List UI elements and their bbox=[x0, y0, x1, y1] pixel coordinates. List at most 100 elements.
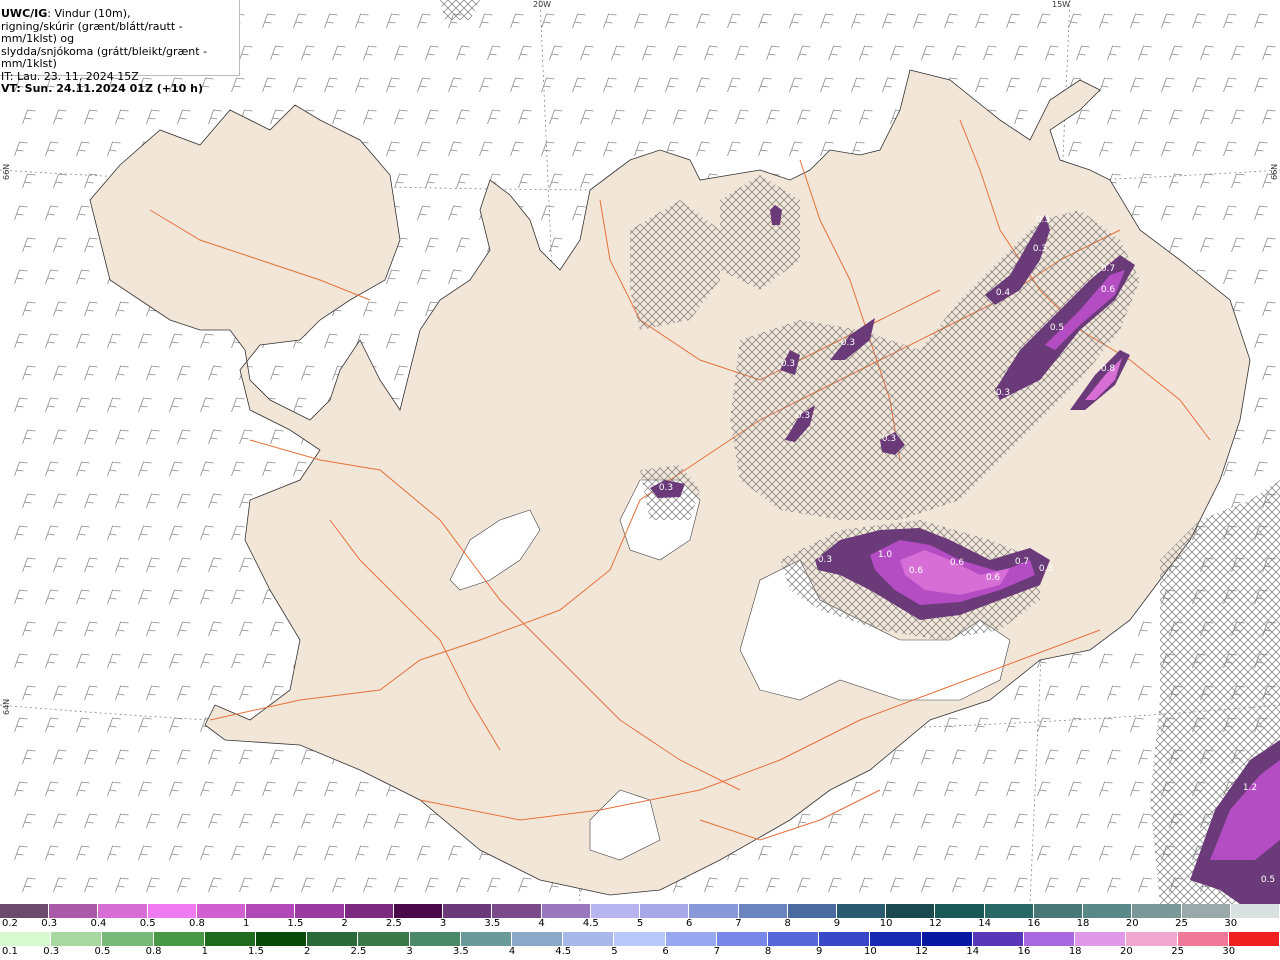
scale-label: 14 bbox=[978, 918, 991, 929]
scale-swatch bbox=[358, 932, 410, 946]
scale-label: 4.5 bbox=[555, 946, 572, 957]
lon-label-20w: 20W bbox=[533, 0, 551, 9]
scale-swatch bbox=[541, 904, 591, 918]
scale-label: 0.5 bbox=[94, 946, 111, 957]
scale-swatch bbox=[295, 904, 345, 918]
precip-label: 0.3 bbox=[1039, 564, 1053, 574]
scale-label: 4 bbox=[508, 946, 516, 957]
scale-swatch bbox=[870, 932, 922, 946]
scale-swatch bbox=[0, 904, 50, 918]
scale-swatch bbox=[0, 932, 52, 946]
scale-swatch bbox=[665, 932, 717, 946]
scale-swatch bbox=[1083, 904, 1133, 918]
scale-label: 6 bbox=[686, 918, 693, 929]
scale-swatch bbox=[921, 932, 973, 946]
precip-label: 0.6 bbox=[909, 566, 924, 576]
snow-scale-labels: 0.2 0.3 0.4 0.5 0.8 1 1.5 2 2.5 3 3.5 4 4.5 5 6 7 8 9 10 12… bbox=[0, 918, 1280, 932]
scale-swatch bbox=[1230, 904, 1280, 918]
scale-label: 12 bbox=[915, 946, 928, 957]
scale-label: 2.5 bbox=[385, 918, 402, 929]
scale-swatch bbox=[409, 932, 461, 946]
scale-label: 2.5 bbox=[350, 946, 367, 957]
header-line-1-rest: : Vindur (10m), bbox=[47, 7, 131, 20]
scale-swatch bbox=[393, 904, 444, 918]
scale-swatch bbox=[1033, 904, 1084, 918]
weather-map: 0.3 0.3 0.4 0.7 0.6 0.5 0.3 0.3 0.3 0.3 0.8 0.3 0.3 0… bbox=[0, 0, 1280, 904]
scale-swatch bbox=[738, 904, 788, 918]
scale-swatch bbox=[492, 904, 542, 918]
scale-swatch bbox=[768, 932, 820, 946]
scale-swatch bbox=[344, 904, 394, 918]
scale-label: 14 bbox=[966, 946, 980, 957]
scale-label: 5 bbox=[636, 918, 644, 929]
precip-label: 0.3 bbox=[818, 555, 832, 565]
map-header-box: UWC/IG: Vindur (10m), rigning/skúrir (gr… bbox=[0, 0, 240, 95]
scale-label: 0.8 bbox=[188, 918, 205, 929]
scale-label: 0.3 bbox=[43, 946, 60, 957]
scale-label: 0.2 bbox=[2, 918, 18, 929]
precip-label: 0.3 bbox=[1036, 215, 1050, 225]
scale-swatch bbox=[984, 904, 1034, 918]
precip-label: 0.8 bbox=[1101, 364, 1116, 374]
precip-label: 0.6 bbox=[986, 573, 1001, 583]
scale-swatch bbox=[98, 904, 148, 918]
scale-label: 16 bbox=[1017, 946, 1031, 957]
scale-swatch bbox=[51, 932, 103, 946]
scale-label: 25 bbox=[1171, 946, 1184, 957]
scale-label: 0.4 bbox=[90, 918, 107, 929]
model-name: UWC/IG bbox=[1, 7, 48, 20]
scale-label: 1.5 bbox=[287, 918, 304, 929]
scale-label: 0.8 bbox=[145, 946, 162, 957]
scale-label: 30 bbox=[1222, 946, 1236, 957]
scale-label: 3 bbox=[406, 946, 413, 957]
header-line-3: slydda/snjókoma (grátt/bleikt/grænt - mm… bbox=[1, 44, 208, 70]
precip-label: 0.5 bbox=[1261, 875, 1275, 885]
scale-swatch bbox=[307, 932, 359, 946]
scale-label: 8 bbox=[784, 918, 791, 929]
rain-scale-labels: 0.1 0.3 0.5 0.8 1 1.5 2 2.5 3 3.5 4 4.5 5 6 7 8 9 10 12 14 1… bbox=[0, 946, 1280, 960]
header-vt-line: VT: Sun. 24.11.2024 01Z (+10 h) bbox=[1, 82, 204, 95]
precip-label: 0.7 bbox=[1101, 264, 1115, 274]
scale-label: 3 bbox=[439, 918, 447, 929]
scale-label: 2 bbox=[341, 918, 348, 929]
scale-label: 0.3 bbox=[41, 918, 58, 929]
scale-label: 18 bbox=[1076, 918, 1090, 929]
scale-swatch bbox=[614, 932, 666, 946]
precip-label: 0.3 bbox=[659, 483, 673, 493]
scale-swatch bbox=[1177, 932, 1229, 946]
scale-label: 1 bbox=[201, 946, 208, 957]
scale-swatch bbox=[972, 932, 1025, 946]
rain-scale-swatches bbox=[0, 932, 1280, 946]
scale-swatch bbox=[147, 904, 197, 918]
scale-label: 20 bbox=[1125, 918, 1139, 929]
scale-swatch bbox=[153, 932, 205, 946]
scale-label: 25 bbox=[1175, 918, 1188, 929]
scale-label: 0.1 bbox=[2, 946, 18, 957]
scale-label: 12 bbox=[929, 918, 942, 929]
scale-label: 18 bbox=[1068, 946, 1082, 957]
scale-swatch bbox=[1126, 932, 1178, 946]
scale-swatch bbox=[246, 904, 296, 918]
scale-label: 2 bbox=[304, 946, 311, 957]
scale-label: 7 bbox=[735, 918, 742, 929]
scale-swatch bbox=[443, 904, 493, 918]
precip-label: 0.6 bbox=[1101, 285, 1116, 295]
scale-swatch bbox=[689, 904, 739, 918]
lon-label-15w: 15W bbox=[1052, 0, 1070, 9]
precip-label: 1.2 bbox=[1243, 783, 1257, 793]
scale-label: 16 bbox=[1027, 918, 1041, 929]
scale-label: 10 bbox=[879, 918, 893, 929]
scale-label: 30 bbox=[1224, 918, 1238, 929]
scale-swatch bbox=[1075, 932, 1127, 946]
scale-label: 9 bbox=[833, 918, 841, 929]
scale-swatch bbox=[204, 932, 257, 946]
scale-swatch bbox=[716, 932, 769, 946]
scale-swatch bbox=[819, 932, 871, 946]
scale-label: 6 bbox=[662, 946, 669, 957]
precip-label: 0.7 bbox=[1015, 557, 1029, 567]
scale-swatch bbox=[935, 904, 985, 918]
header-line-1: UWC/IG: Vindur (10m), bbox=[1, 7, 239, 21]
precip-label: 1.0 bbox=[878, 550, 893, 560]
scale-swatch bbox=[49, 904, 99, 918]
scale-swatch bbox=[196, 904, 247, 918]
